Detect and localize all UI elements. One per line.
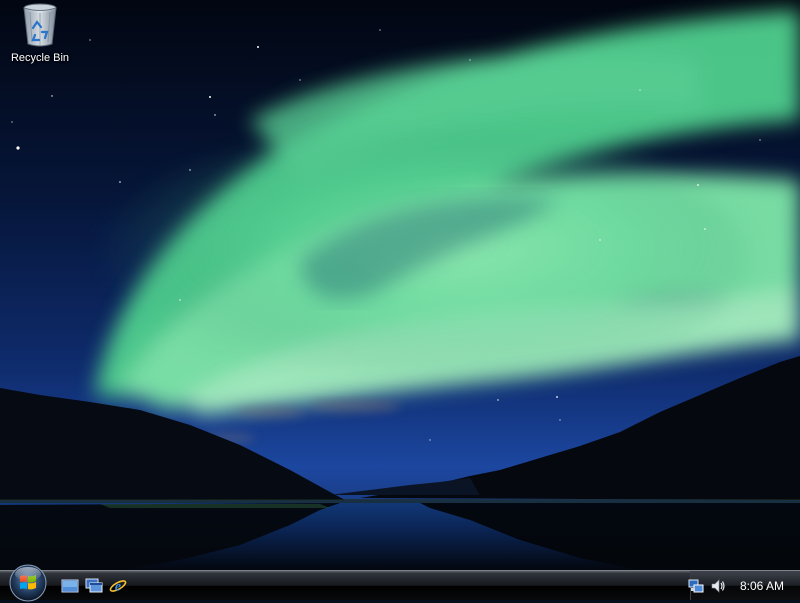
recycle-bin-desktop-icon[interactable]: Recycle Bin [4,2,76,72]
show-desktop-icon [61,579,79,593]
network-icon [688,579,704,592]
network-tray-button[interactable] [688,578,704,594]
desktop: Recycle Bin [0,0,800,570]
switch-windows-icon [85,578,103,593]
internet-explorer-icon: e [109,580,127,595]
svg-text:e: e [115,580,121,595]
recycle-bin-icon [23,3,57,47]
quick-launch-toolbar: e [60,575,128,597]
taskbar: e 8:06 AM [0,564,800,602]
taskbar-clock[interactable]: 8:06 AM [740,579,784,593]
volume-tray-button[interactable] [710,578,726,594]
internet-explorer-button[interactable]: e [108,576,128,596]
switch-windows-button[interactable] [84,576,104,596]
windows-start-orb-icon [9,564,47,602]
show-desktop-button[interactable] [60,576,80,596]
start-button[interactable] [6,564,50,602]
notification-area: 8:06 AM [688,571,800,600]
recycle-bin-label: Recycle Bin [10,52,70,64]
volume-icon [711,578,725,593]
